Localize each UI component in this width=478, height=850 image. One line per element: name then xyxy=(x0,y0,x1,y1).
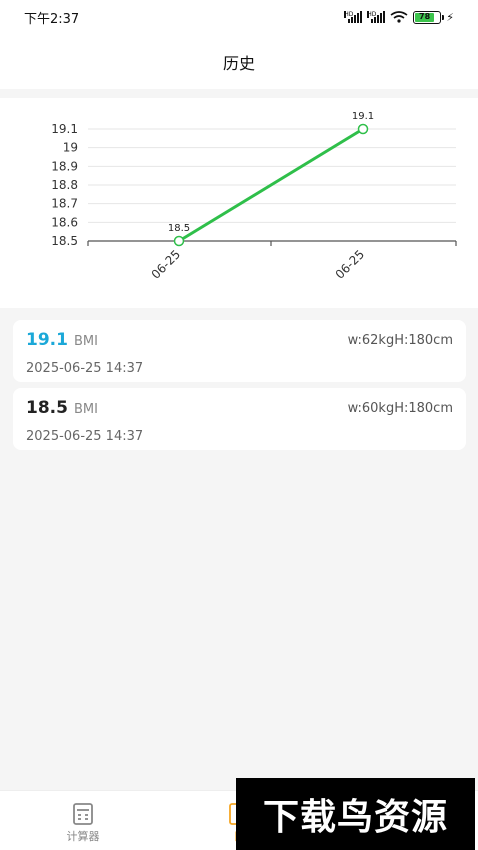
y-tick-label: 18.6 xyxy=(51,215,78,229)
charging-icon: ⚡ xyxy=(446,10,454,24)
record-date: 2025-06-25 14:37 xyxy=(26,361,144,376)
x-tick-label: 06-25 xyxy=(333,247,368,282)
signal-icon: HD xyxy=(344,11,363,23)
y-tick-label: 18.5 xyxy=(51,234,78,248)
battery-icon: 78 xyxy=(413,10,445,24)
data-point xyxy=(357,123,369,135)
x-tick-label: 06-25 xyxy=(149,247,184,282)
tab-calculator[interactable]: 计算器 xyxy=(3,791,163,850)
watermark-logo: 下载鸟资源 xyxy=(236,778,475,850)
signal-icon: HD xyxy=(367,11,386,23)
y-tick-label: 18.9 xyxy=(51,159,78,173)
history-record-card[interactable]: 19.1 BMI w:62kgH:180cm 2025-06-25 14:37 xyxy=(13,320,466,382)
y-tick-label: 18.8 xyxy=(51,178,78,192)
y-tick-label: 19 xyxy=(63,141,78,155)
status-time: 下午2:37 xyxy=(24,11,80,27)
page-title: 历史 xyxy=(222,53,255,73)
signal-hd-label: HD xyxy=(367,11,377,18)
tab-calculator-label: 计算器 xyxy=(66,830,100,843)
calculator-icon xyxy=(73,803,93,825)
data-label: 19.1 xyxy=(352,111,374,122)
signal-hd-label: HD xyxy=(344,11,354,18)
page-header: 历史 xyxy=(0,34,478,89)
y-tick-label: 18.7 xyxy=(51,197,78,211)
data-point xyxy=(173,235,185,247)
bmi-chart: 18.5 18.6 18.7 18.8 18.9 19 19.1 06-25 06-25 18.5… xyxy=(0,98,478,308)
bmi-unit-label: BMI xyxy=(74,334,98,349)
weight-height-text: w:62kgH:180cm xyxy=(347,333,453,348)
data-label: 18.5 xyxy=(168,223,190,234)
history-list: 19.1 BMI w:62kgH:180cm 2025-06-25 14:37 … xyxy=(13,320,466,456)
y-tick-label: 19.1 xyxy=(51,122,78,136)
history-record-card[interactable]: 18.5 BMI w:60kgH:180cm 2025-06-25 14:37 xyxy=(13,388,466,450)
bmi-value: 19.1 xyxy=(26,330,68,350)
battery-level: 78 xyxy=(415,12,434,22)
bmi-value: 18.5 xyxy=(26,398,68,418)
weight-height-text: w:60kgH:180cm xyxy=(347,401,453,416)
wifi-icon xyxy=(390,11,408,23)
status-bar: 下午2:37 HD HD 78 ⚡ xyxy=(0,0,478,34)
record-date: 2025-06-25 14:37 xyxy=(26,429,144,444)
status-icons: HD HD 78 ⚡ xyxy=(344,10,454,24)
bmi-unit-label: BMI xyxy=(74,402,98,417)
bmi-line-chart: 18.5 18.6 18.7 18.8 18.9 19 19.1 06-25 06-25 18.5… xyxy=(51,111,457,282)
watermark-text: 下载鸟资源 xyxy=(262,797,448,838)
